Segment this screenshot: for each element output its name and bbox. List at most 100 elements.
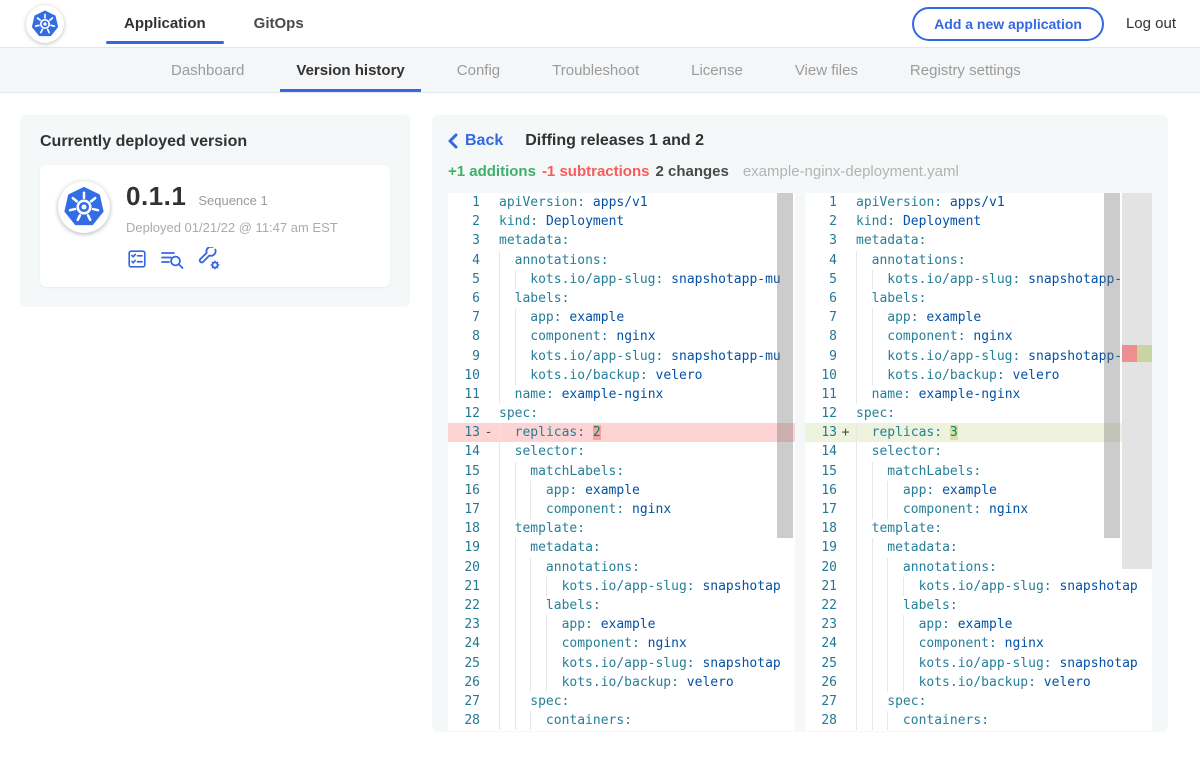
diff-line: 2kind: Deployment [448, 212, 795, 231]
indent-guide [546, 673, 562, 692]
line-number: 28 [448, 711, 480, 730]
indent-guide [499, 251, 515, 270]
line-number: 6 [805, 289, 837, 308]
deploy-logs-icon[interactable] [160, 248, 186, 270]
indent-guide [856, 308, 872, 327]
diff-marker: - [480, 423, 497, 442]
diff-line: 28containers: [448, 711, 795, 730]
indent-guide [856, 481, 872, 500]
line-number: 21 [805, 577, 837, 596]
diff-line: 5kots.io/app-slug: snapshotapp-mu [805, 270, 1152, 289]
modified-code: 1apiVersion: apps/v12kind: Deployment3me… [805, 193, 1152, 730]
diff-line: 13+replicas: 3 [805, 423, 1152, 442]
app-kubernetes-icon [58, 181, 110, 233]
indent-guide [499, 634, 515, 653]
indent-guide [499, 481, 515, 500]
indent-guide [515, 558, 531, 577]
diff-line: 10kots.io/backup: velero [448, 366, 795, 385]
subnav-tab-license[interactable]: License [665, 48, 769, 92]
kubernetes-logo-icon [26, 5, 64, 43]
sequence-label: Sequence 1 [198, 193, 267, 208]
diff-marker [837, 634, 854, 653]
diff-marker [480, 596, 497, 615]
diff-marker [480, 270, 497, 289]
diff-stats: +1 additions -1 subtractions 2 changes e… [448, 163, 1152, 180]
diff-line: 21kots.io/app-slug: snapshotap [805, 577, 1152, 596]
indent-guide [530, 558, 546, 577]
diff-line: 15matchLabels: [805, 462, 1152, 481]
indent-guide [515, 308, 531, 327]
modified-scrollbar-thumb[interactable] [1104, 193, 1120, 538]
diff-line: 20annotations: [448, 558, 795, 577]
line-number: 23 [448, 615, 480, 634]
indent-guide [903, 615, 919, 634]
indent-guide [856, 385, 872, 404]
diff-line: 1apiVersion: apps/v1 [805, 193, 1152, 212]
indent-guide [872, 692, 888, 711]
indent-guide [856, 577, 872, 596]
diff-line: 16app: example [448, 481, 795, 500]
diff-marker [837, 481, 854, 500]
diff-marker [480, 538, 497, 557]
diff-line: 20annotations: [805, 558, 1152, 577]
line-number: 25 [448, 654, 480, 673]
subnav-tab-registry-settings[interactable]: Registry settings [884, 48, 1047, 92]
indent-guide [499, 596, 515, 615]
indent-guide [872, 347, 888, 366]
line-number: 7 [448, 308, 480, 327]
line-number: 20 [448, 558, 480, 577]
subnav-tab-config[interactable]: Config [431, 48, 526, 92]
indent-guide [499, 347, 515, 366]
diff-line: 27spec: [805, 692, 1152, 711]
diff-line: 9kots.io/app-slug: snapshotapp-mu [805, 347, 1152, 366]
diff-marker [480, 231, 497, 250]
diff-marker [837, 558, 854, 577]
indent-guide [903, 634, 919, 653]
subnav-tab-troubleshoot[interactable]: Troubleshoot [526, 48, 665, 92]
config-wrench-icon[interactable] [198, 247, 222, 271]
subnav-tab-view-files[interactable]: View files [769, 48, 884, 92]
diff-marker [837, 442, 854, 461]
indent-guide [872, 538, 888, 557]
diff-line: 14selector: [805, 442, 1152, 461]
tab-gitops-label: GitOps [254, 15, 304, 32]
indent-guide [872, 673, 888, 692]
original-scrollbar-thumb[interactable] [777, 193, 793, 538]
indent-guide [515, 577, 531, 596]
back-button[interactable]: Back [448, 132, 503, 150]
diff-marker [480, 289, 497, 308]
diff-panel: Back Diffing releases 1 and 2 +1 additio… [432, 115, 1168, 732]
diff-line: 19metadata: [805, 538, 1152, 557]
diff-line: 21kots.io/app-slug: snapshotap [448, 577, 795, 596]
diff-marker [837, 538, 854, 557]
diff-title: Diffing releases 1 and 2 [525, 132, 704, 150]
indent-guide [856, 327, 872, 346]
indent-guide [499, 500, 515, 519]
indent-guide [515, 538, 531, 557]
logout-link[interactable]: Log out [1126, 15, 1176, 32]
diff-marker [837, 519, 854, 538]
tab-application[interactable]: Application [100, 0, 230, 47]
diff-marker [480, 615, 497, 634]
diff-marker [480, 347, 497, 366]
diff-marker [837, 404, 854, 423]
line-number: 5 [448, 270, 480, 289]
line-number: 22 [805, 596, 837, 615]
indent-guide [856, 634, 872, 653]
diff-marker [480, 711, 497, 730]
diff-pane-original: 1apiVersion: apps/v12kind: Deployment3me… [448, 193, 795, 731]
indent-guide [856, 519, 872, 538]
line-number: 8 [448, 327, 480, 346]
add-application-button[interactable]: Add a new application [912, 7, 1104, 41]
line-number: 10 [805, 366, 837, 385]
indent-guide [856, 462, 872, 481]
subnav-tab-version-history[interactable]: Version history [270, 48, 430, 92]
indent-guide [887, 634, 903, 653]
preflight-checks-icon[interactable] [126, 248, 148, 270]
tab-gitops[interactable]: GitOps [230, 0, 328, 47]
line-number: 3 [805, 231, 837, 250]
subnav-tab-dashboard[interactable]: Dashboard [145, 48, 270, 92]
indent-guide [872, 577, 888, 596]
indent-guide [856, 711, 872, 730]
diff-line: 24component: nginx [448, 634, 795, 653]
